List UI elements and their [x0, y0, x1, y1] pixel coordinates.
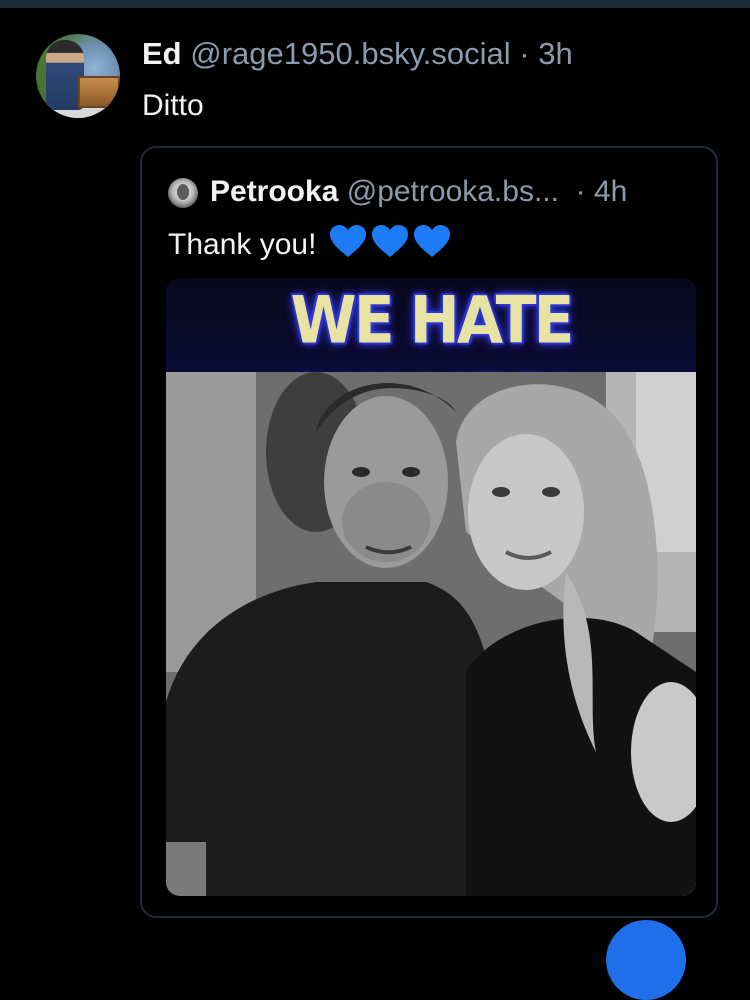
- quoted-author-name[interactable]: Petrooka: [210, 175, 338, 208]
- image-photo: [166, 372, 696, 896]
- author-name[interactable]: Ed: [142, 36, 182, 71]
- image-banner: WE HATE BULLIES!: [166, 278, 696, 441]
- blue-heart-icon: [413, 225, 450, 257]
- blue-heart-icon: [371, 225, 408, 257]
- quoted-separator-dot: ·: [575, 175, 586, 208]
- author-handle[interactable]: @rage1950.bsky.social: [190, 36, 510, 71]
- compose-button[interactable]: [606, 920, 686, 1000]
- post-header: Ed @rage1950.bsky.social · 3h: [142, 34, 573, 74]
- quoted-author-handle[interactable]: @petrooka.bs...: [347, 175, 559, 208]
- post[interactable]: Ed @rage1950.bsky.social · 3h Ditto Petr…: [0, 8, 750, 936]
- quoted-post-timestamp[interactable]: 4h: [594, 175, 627, 208]
- author-avatar[interactable]: [36, 34, 120, 118]
- quoted-post-header: Petrooka @petrooka.bs... · 4h: [210, 172, 710, 212]
- quoted-post-text-line: Thank you!: [168, 224, 451, 265]
- top-divider: [0, 0, 750, 8]
- quoted-post-text: Thank you!: [168, 228, 317, 261]
- post-timestamp[interactable]: 3h: [538, 36, 572, 71]
- quoted-post-image[interactable]: WE HATE BULLIES!: [166, 278, 696, 896]
- post-text: Ditto: [142, 89, 204, 122]
- blue-heart-icon: [329, 225, 366, 257]
- quoted-post[interactable]: Petrooka @petrooka.bs... · 4h Thank you!…: [140, 146, 718, 918]
- quoted-author-avatar[interactable]: [168, 178, 198, 208]
- separator-dot: ·: [519, 36, 530, 71]
